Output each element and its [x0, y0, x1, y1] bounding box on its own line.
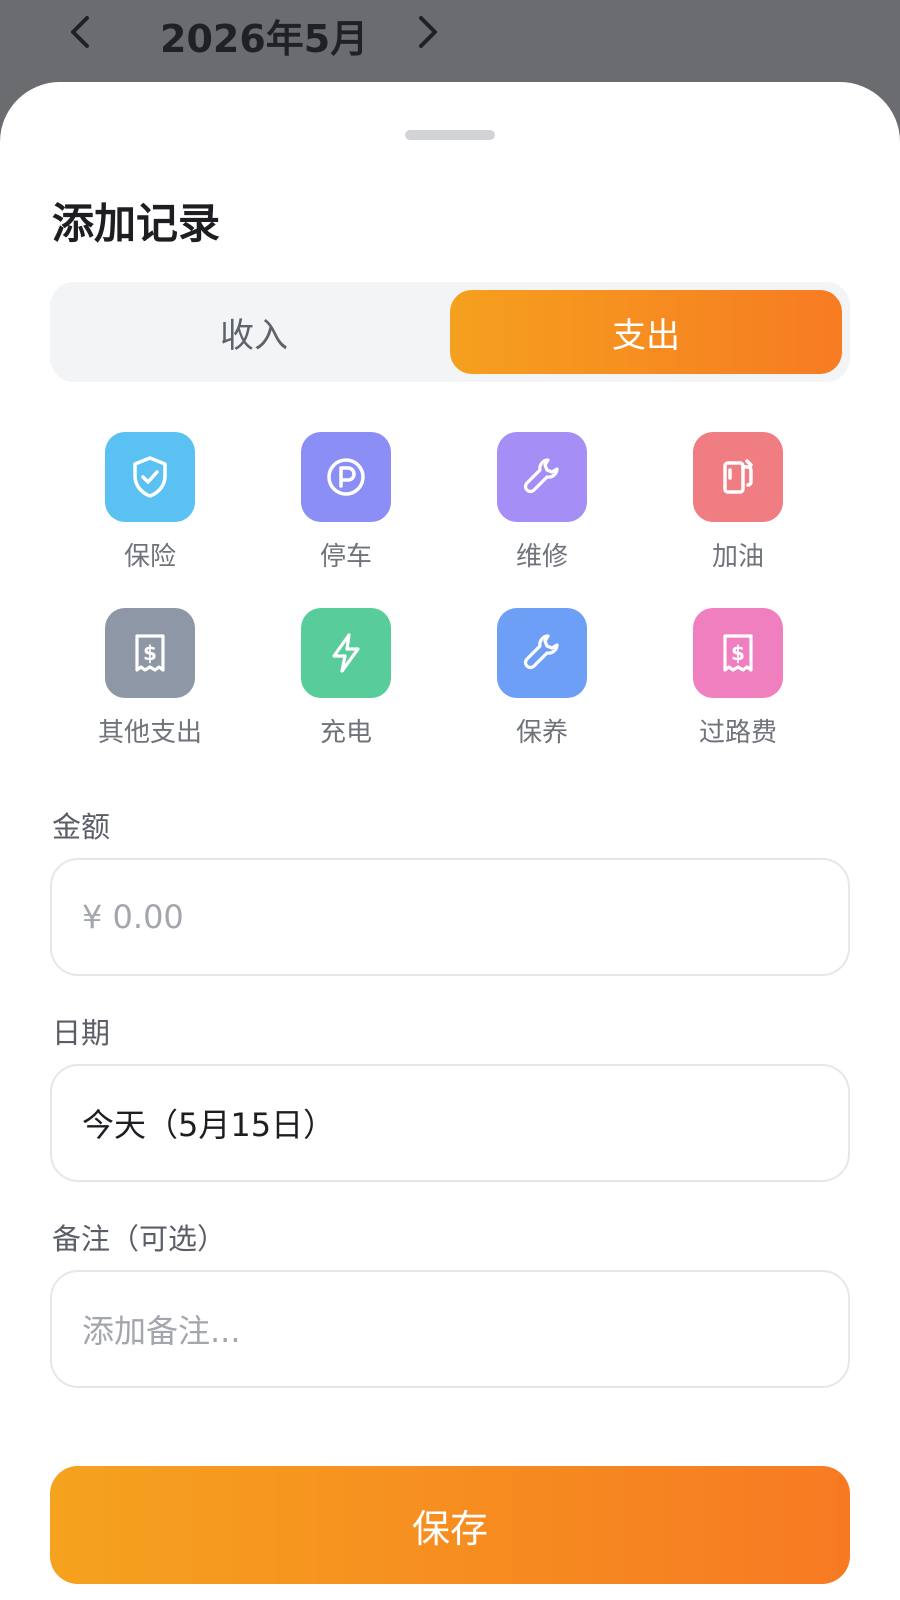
- receipt-icon: $: [723, 634, 753, 672]
- type-toggle: 收入 支出: [50, 282, 850, 382]
- shield-check-icon: [133, 456, 167, 498]
- category-maintenance[interactable]: 保养: [442, 608, 642, 768]
- category-repair[interactable]: 维修: [442, 432, 642, 592]
- note-label: 备注（可选）: [52, 1222, 227, 1256]
- wrench-icon: [523, 634, 559, 670]
- category-parking[interactable]: 停车: [246, 432, 446, 592]
- svg-text:$: $: [143, 641, 157, 665]
- parking-icon: [327, 458, 365, 496]
- note-input[interactable]: 添加备注...: [50, 1270, 850, 1388]
- lightning-icon: [332, 633, 360, 673]
- page-dot[interactable]: [483, 1434, 496, 1448]
- category-label: 保险: [123, 542, 176, 572]
- drag-handle[interactable]: [405, 130, 495, 140]
- date-field[interactable]: 今天（5月15日）: [50, 1064, 850, 1182]
- category-label: 充电: [319, 718, 372, 748]
- category-fuel[interactable]: 加油: [638, 432, 838, 592]
- category-label: 停车: [319, 542, 372, 572]
- sheet-title: 添加记录: [52, 199, 221, 248]
- page-dot[interactable]: [421, 1434, 434, 1448]
- chevron-left-icon: [71, 16, 89, 48]
- svg-text:$: $: [731, 641, 745, 665]
- category-toll[interactable]: $ 过路费: [638, 608, 838, 768]
- next-month-button[interactable]: [406, 10, 450, 54]
- category-label: 保养: [515, 718, 568, 748]
- tab-expense[interactable]: 支出: [450, 290, 842, 374]
- amount-label: 金额: [52, 810, 111, 844]
- page-indicator: [390, 1434, 510, 1448]
- month-title: 2026年5月: [160, 17, 369, 61]
- page-dot-active[interactable]: [452, 1434, 465, 1448]
- category-label: 加油: [711, 542, 764, 572]
- category-label: 其他支出: [97, 718, 202, 748]
- category-label: 过路费: [698, 718, 777, 748]
- fuel-pump-icon: [723, 459, 753, 494]
- category-insurance[interactable]: 保险: [50, 432, 250, 592]
- receipt-icon: $: [135, 634, 165, 672]
- category-other-expense[interactable]: $ 其他支出: [50, 608, 250, 768]
- add-record-sheet: 添加记录 收入 支出 保险 停车 维修 加油 $ 其他支出 充电 保养 $ 过路…: [0, 82, 900, 1600]
- save-button[interactable]: 保存: [50, 1466, 850, 1584]
- amount-input[interactable]: ¥ 0.00: [50, 858, 850, 976]
- wrench-icon: [523, 458, 559, 494]
- page-dot[interactable]: [390, 1434, 403, 1448]
- chevron-right-icon: [419, 16, 437, 48]
- category-charging[interactable]: 充电: [246, 608, 446, 768]
- prev-month-button[interactable]: [58, 10, 102, 54]
- tab-income[interactable]: 收入: [58, 290, 450, 374]
- category-grid: 保险 停车 维修 加油 $ 其他支出 充电 保养 $ 过路费: [0, 432, 900, 772]
- month-header: 2026年5月: [0, 0, 900, 84]
- date-label: 日期: [52, 1016, 111, 1050]
- category-label: 维修: [515, 542, 568, 572]
